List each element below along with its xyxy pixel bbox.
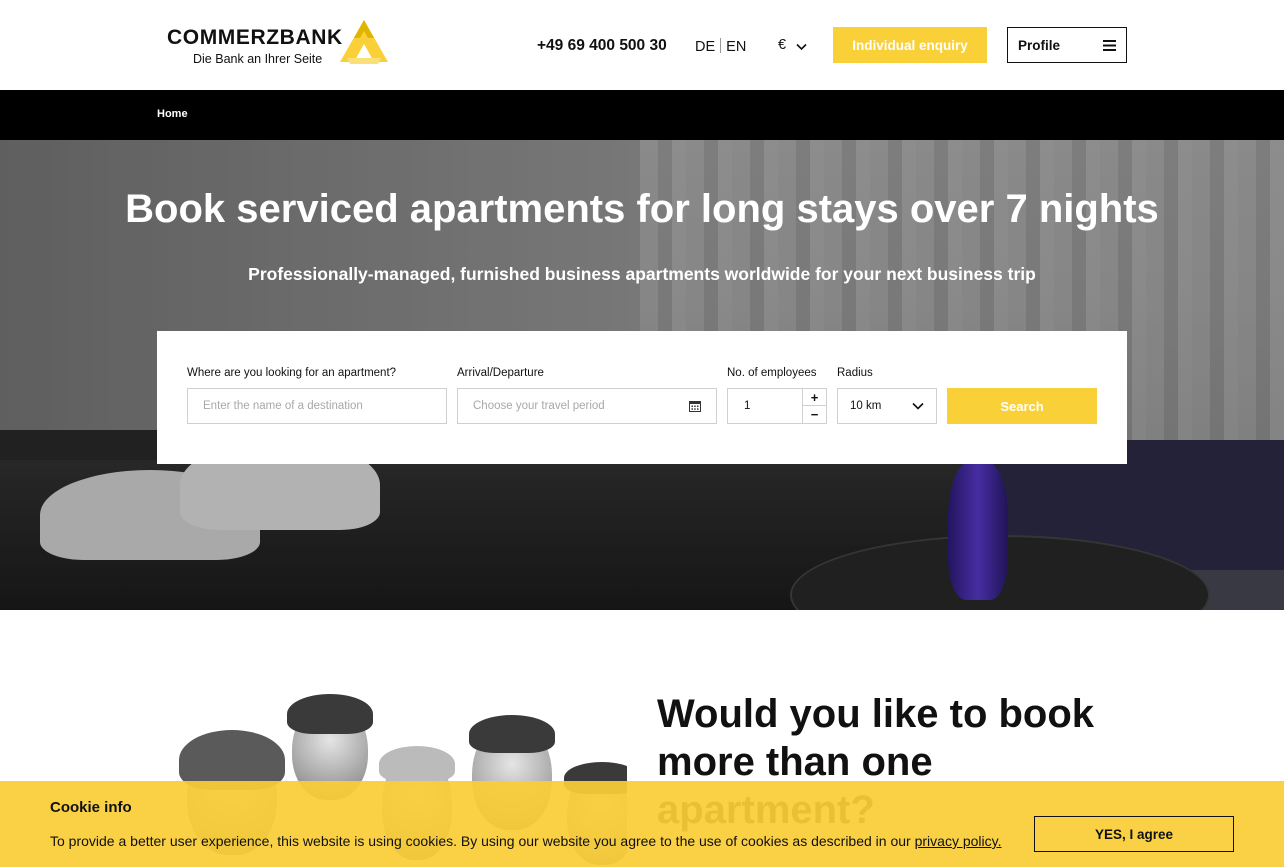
cookie-text: To provide a better user experience, thi… xyxy=(50,833,1001,849)
lang-divider xyxy=(720,38,722,53)
hamburger-menu-icon xyxy=(1103,39,1116,51)
increment-button[interactable]: + xyxy=(803,389,826,406)
profile-menu-button[interactable]: Profile xyxy=(1007,27,1127,63)
employees-value[interactable]: 1 xyxy=(744,400,750,412)
commerzbank-logo[interactable]: COMMERZBANK Die Bank an Ihrer Seite xyxy=(167,18,392,70)
lang-en-link[interactable]: EN xyxy=(726,39,746,55)
chevron-down-icon xyxy=(796,43,807,51)
chevron-down-icon xyxy=(912,402,924,410)
person-hair xyxy=(287,694,373,734)
cookie-message: To provide a better user experience, thi… xyxy=(50,833,911,849)
employees-stepper: 1 + − xyxy=(727,388,827,424)
person-hair xyxy=(379,746,455,782)
radius-label: Radius xyxy=(837,367,873,379)
destination-placeholder: Enter the name of a destination xyxy=(203,400,363,412)
currency-symbol: € xyxy=(778,37,787,53)
language-switcher: DE EN xyxy=(695,38,746,55)
logo-tagline: Die Bank an Ihrer Seite xyxy=(193,52,323,66)
logo-wordmark: COMMERZBANK xyxy=(167,26,343,49)
currency-selector[interactable]: € xyxy=(778,37,807,53)
destination-input[interactable]: Enter the name of a destination xyxy=(187,388,447,424)
radius-value: 10 km xyxy=(850,400,882,412)
breadcrumb-home-link[interactable]: Home xyxy=(157,108,188,120)
phone-number[interactable]: +49 69 400 500 30 xyxy=(537,37,667,55)
stepper-buttons: + − xyxy=(802,389,826,423)
person-hair xyxy=(469,715,555,753)
cookie-title: Cookie info xyxy=(50,799,132,816)
individual-enquiry-button[interactable]: Individual enquiry xyxy=(833,27,987,63)
ribbon-logo-icon xyxy=(340,20,388,64)
search-button[interactable]: Search xyxy=(947,388,1097,424)
privacy-policy-link[interactable]: privacy policy. xyxy=(915,833,1002,849)
calendar-icon xyxy=(689,401,701,412)
destination-label: Where are you looking for an apartment? xyxy=(187,367,397,379)
travel-period-placeholder: Choose your travel period xyxy=(473,400,605,412)
hero-title: Book serviced apartments for long stays … xyxy=(125,187,1159,231)
travel-period-input[interactable]: Choose your travel period xyxy=(457,388,717,424)
hero-subtitle: Professionally-managed, furnished busine… xyxy=(248,264,1036,284)
apartment-search-form: Where are you looking for an apartment? … xyxy=(157,331,1127,464)
employees-label: No. of employees xyxy=(727,367,817,379)
cookie-banner: Cookie info To provide a better user exp… xyxy=(0,781,1284,867)
radius-select[interactable]: 10 km xyxy=(837,388,937,424)
dates-label: Arrival/Departure xyxy=(457,367,544,379)
decrement-button[interactable]: − xyxy=(803,406,826,423)
breadcrumb: Home xyxy=(0,90,1284,140)
lang-de-link[interactable]: DE xyxy=(695,39,715,55)
cookie-agree-button[interactable]: YES, I agree xyxy=(1034,816,1234,852)
profile-label: Profile xyxy=(1018,37,1061,53)
site-header: COMMERZBANK Die Bank an Ihrer Seite +49 … xyxy=(0,0,1284,90)
